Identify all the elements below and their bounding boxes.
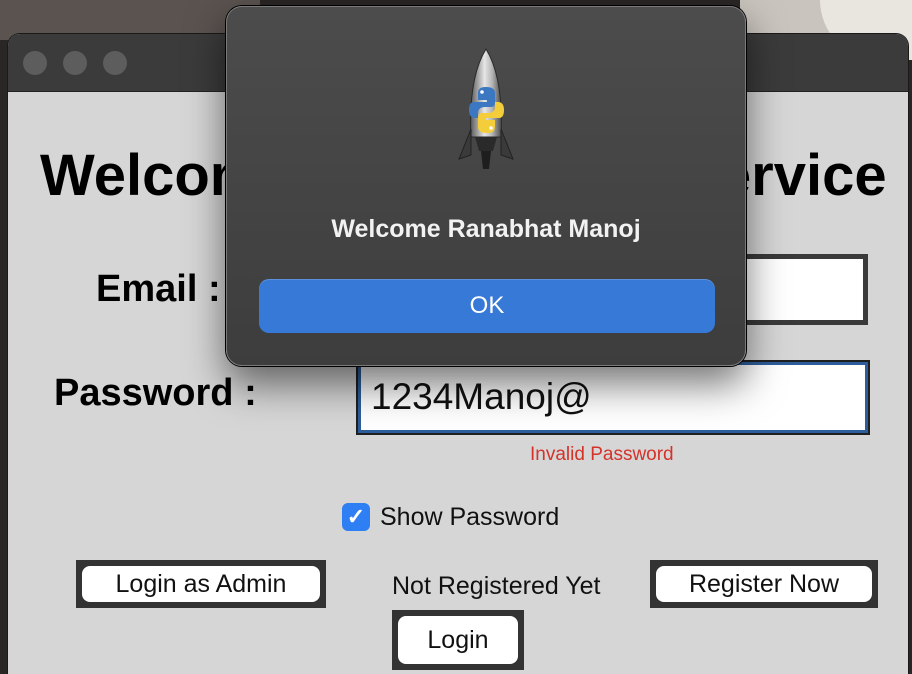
- login-frame: Login: [392, 610, 524, 670]
- password-field[interactable]: 1234Manoj@: [358, 362, 868, 433]
- show-password-row[interactable]: ✓ Show Password: [342, 502, 559, 532]
- zoom-window-button[interactable]: [103, 51, 127, 75]
- login-button[interactable]: Login: [398, 616, 518, 664]
- minimize-window-button[interactable]: [63, 51, 87, 75]
- checkmark-icon: ✓: [346, 504, 366, 529]
- login-as-admin-button[interactable]: Login as Admin: [82, 566, 320, 602]
- show-password-label: Show Password: [380, 502, 560, 531]
- close-window-button[interactable]: [23, 51, 47, 75]
- login-as-admin-frame: Login as Admin: [76, 560, 326, 608]
- ok-button[interactable]: OK: [259, 279, 715, 333]
- alert-dialog: Welcome Ranabhat Manoj OK: [226, 6, 746, 366]
- register-now-button[interactable]: Register Now: [656, 566, 872, 602]
- password-error-message: Invalid Password: [530, 444, 674, 465]
- not-registered-text: Not Registered Yet: [392, 572, 601, 600]
- password-label: Password :: [54, 372, 257, 414]
- show-password-checkbox[interactable]: ✓: [342, 503, 370, 531]
- register-now-frame: Register Now: [650, 560, 878, 608]
- python-launcher-rocket-icon: [458, 48, 514, 169]
- email-label: Email :: [96, 268, 221, 310]
- dialog-message: Welcome Ranabhat Manoj: [331, 215, 641, 243]
